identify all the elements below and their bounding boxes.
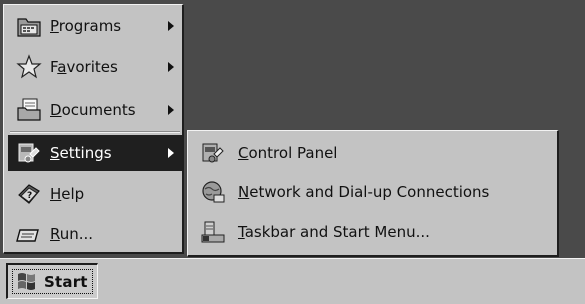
menu-item-label: Programs (50, 17, 122, 35)
menu-item-label: Favorites (50, 58, 118, 76)
start-label: Start (44, 272, 88, 291)
windows-logo-icon (14, 271, 38, 293)
favorites-star-icon (16, 54, 42, 80)
svg-text:?: ? (27, 191, 32, 201)
menu-item-run[interactable]: Run... (8, 216, 182, 252)
menu-item-documents[interactable]: Documents (8, 92, 182, 128)
submenu-item-label: Network and Dial-up Connections (238, 183, 490, 201)
submenu-item-label: Taskbar and Start Menu... (238, 223, 430, 241)
run-icon (16, 221, 42, 247)
taskbar-icon (200, 219, 226, 245)
help-book-icon: ? (16, 181, 42, 207)
menu-item-favorites[interactable]: Favorites (8, 49, 182, 85)
submenu-item-control-panel[interactable]: Control Panel (192, 134, 552, 172)
submenu-arrow-icon (168, 21, 174, 31)
menu-item-settings[interactable]: Settings (8, 135, 182, 171)
start-button[interactable]: Start (6, 263, 98, 299)
submenu-item-network[interactable]: Network and Dial-up Connections (192, 173, 552, 211)
menu-item-programs[interactable]: Programs (8, 8, 182, 44)
start-menu: Programs Favorites Documents Settings ? … (3, 4, 184, 254)
submenu-arrow-icon (168, 105, 174, 115)
taskbar: Start (0, 258, 585, 304)
submenu-item-taskbar[interactable]: Taskbar and Start Menu... (192, 213, 552, 251)
submenu-arrow-icon (168, 148, 174, 158)
programs-folder-icon (16, 13, 42, 39)
menu-item-label: Settings (50, 144, 112, 162)
control-panel-icon (200, 140, 226, 166)
menu-item-label: Help (50, 185, 85, 203)
menu-item-label: Documents (50, 101, 136, 119)
menu-item-help[interactable]: ? Help (8, 176, 182, 212)
menu-item-label: Run... (50, 225, 94, 243)
menu-separator (10, 131, 180, 133)
submenu-item-label: Control Panel (238, 144, 338, 162)
settings-submenu: Control Panel Network and Dial-up Connec… (187, 130, 559, 257)
network-globe-icon (200, 179, 226, 205)
submenu-arrow-icon (168, 62, 174, 72)
settings-icon (16, 140, 42, 166)
documents-folder-icon (16, 97, 42, 123)
